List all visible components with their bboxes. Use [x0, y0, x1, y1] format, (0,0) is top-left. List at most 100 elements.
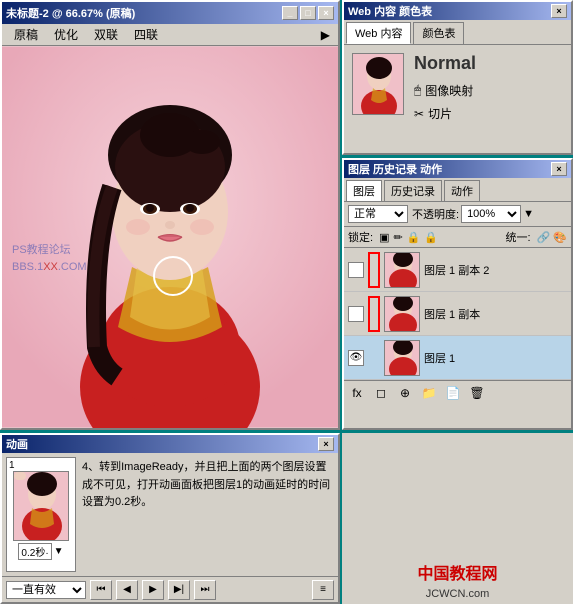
anim-frame-1[interactable]: 1 0.2秒· ▼	[6, 457, 76, 572]
watermark-line1: PS教程论坛	[12, 242, 87, 259]
layers-bottom-icons: fx ◻ ⊕ 📁 📄 🗑	[344, 380, 571, 405]
layer-thumb-copy1	[384, 296, 420, 332]
anim-next-frame[interactable]: ▶|	[168, 580, 190, 600]
cursor-icon: 🖱	[414, 83, 421, 98]
anim-play-stop[interactable]: ▶	[142, 580, 164, 600]
layer-red-box-copy1	[368, 296, 380, 332]
frame-time-value[interactable]: 0.2秒·	[18, 543, 51, 560]
anim-loop-select[interactable]: 一直有效	[6, 581, 86, 599]
watermark: PS教程论坛 BBS.1XX.COM	[12, 242, 87, 275]
layer-name-copy2: 图层 1 副本 2	[424, 262, 567, 278]
new-layer-icon[interactable]: 📄	[444, 384, 462, 402]
lock-paint-icon[interactable]: ✏	[393, 231, 402, 244]
web-content-titlebar: Web 内容 颜色表 ×	[344, 2, 571, 20]
layer-thumb-1	[384, 340, 420, 376]
option-image-map[interactable]: 🖱 图像映射	[414, 82, 476, 99]
anim-skip-start[interactable]: ⏮	[90, 580, 112, 600]
layer-eye-copy2[interactable]	[348, 262, 364, 278]
lock-label: 锁定:	[348, 229, 373, 245]
maximize-button[interactable]: □	[300, 6, 316, 20]
opacity-select[interactable]: 100%	[461, 205, 521, 223]
lock-all-icon[interactable]: 🔒	[424, 231, 438, 244]
opacity-label: 不透明度:	[412, 206, 459, 222]
anim-title-buttons: ×	[318, 437, 334, 451]
image-map-label: 图像映射	[425, 82, 473, 99]
layers-panel-title-text: 图层 历史记录 动作	[348, 161, 442, 177]
lock-icons: ▣ ✏ 🔒 🔒	[379, 231, 438, 244]
add-effect-icon[interactable]: fx	[348, 384, 366, 402]
minimize-button[interactable]: _	[282, 6, 298, 20]
layer-eye-copy1[interactable]	[348, 306, 364, 322]
tab-original[interactable]: 原稿	[6, 24, 46, 45]
watermark-red: XX	[43, 261, 58, 273]
layer-row-copy2[interactable]: 图层 1 副本 2	[344, 248, 571, 292]
layers-panel: 图层 历史记录 动作 × 图层 历史记录 动作 正常 不透明度: 100% ▼ …	[342, 158, 573, 430]
main-image-window: 未标题-2 @ 66.67% (原稿) _ □ × 原稿 优化 双联 四联 ▶	[0, 0, 340, 430]
menu-arrow-icon: ▶	[321, 28, 334, 42]
layers-mode-select[interactable]: 正常	[348, 205, 408, 223]
anim-bottom-controls: 一直有效 ⏮ ◀ ▶ ▶| ⏭ ≡	[2, 576, 338, 602]
layers-panel-titlebar: 图层 历史记录 动作 ×	[344, 160, 571, 178]
layers-panel-close[interactable]: ×	[551, 162, 567, 176]
brand-url: JCWCN.com	[426, 588, 490, 600]
normal-label: Normal	[414, 53, 476, 74]
slice-label: 切片	[428, 105, 452, 122]
web-content-panel: Web 内容 颜色表 × Web 内容 颜色表 Normal 🖱 图像映射	[342, 0, 573, 155]
lock-move-icon[interactable]: 🔒	[407, 231, 421, 244]
delete-layer-icon[interactable]: 🗑	[468, 384, 486, 402]
anim-options[interactable]: ≡	[312, 580, 334, 600]
add-adj-icon[interactable]: ⊕	[396, 384, 414, 402]
option-slice[interactable]: ✂ 切片	[414, 105, 476, 122]
layers-list: 图层 1 副本 2 图层 1 副本 👁	[344, 248, 571, 380]
image-canvas: PS教程论坛 BBS.1XX.COM	[2, 46, 338, 428]
image-thumbnail	[352, 53, 404, 115]
tab-web-content[interactable]: Web 内容	[346, 22, 411, 44]
anim-description: 4、转到ImageReady，并且把上面的两个图层设置成不可见，打开动画面板把图…	[80, 457, 334, 572]
layers-tabs: 图层 历史记录 动作	[344, 178, 571, 202]
lock-transparent-icon[interactable]: ▣	[379, 231, 389, 244]
anim-titlebar: 动画 ×	[2, 435, 338, 453]
watermark-line2: BBS.1XX.COM	[12, 259, 87, 276]
animation-panel: 动画 × 1 0.2秒· ▼ 4、转到ImageReady，	[0, 433, 340, 604]
circle-overlay	[153, 256, 193, 296]
tab-optimize[interactable]: 优化	[46, 24, 86, 45]
layer-row-copy1[interactable]: 图层 1 副本	[344, 292, 571, 336]
layer-thumb-svg-1	[385, 341, 420, 376]
layer-thumb-svg-copy1	[385, 297, 420, 332]
anim-skip-end[interactable]: ⏭	[194, 580, 216, 600]
layer-red-box-copy2	[368, 252, 380, 288]
lock-row: 锁定: ▣ ✏ 🔒 🔒 统一: 🔗 🎨	[344, 227, 571, 248]
bottom-right-brand-panel: 中国教程网 JCWCN.com	[342, 433, 573, 604]
frame-time-dropdown[interactable]: ▼	[54, 546, 64, 557]
anim-close-button[interactable]: ×	[318, 437, 334, 451]
fill-icons: 🔗 🎨	[537, 231, 567, 244]
main-titlebar: 未标题-2 @ 66.67% (原稿) _ □ ×	[2, 2, 338, 24]
layer-name-copy1: 图层 1 副本	[424, 306, 567, 322]
anim-title: 动画	[6, 436, 28, 452]
panel-options: 🖱 图像映射 ✂ 切片	[414, 82, 476, 122]
layer-thumb-svg-copy2	[385, 253, 420, 288]
web-content-tabs: Web 内容 颜色表	[344, 20, 571, 45]
tab-actions[interactable]: 动作	[444, 180, 480, 201]
tab-color-table[interactable]: 颜色表	[413, 22, 464, 44]
anim-prev-frame[interactable]: ◀	[116, 580, 138, 600]
add-mask-icon[interactable]: ◻	[372, 384, 390, 402]
opacity-row: 不透明度: 100% ▼	[412, 205, 534, 223]
anim-content: 1 0.2秒· ▼ 4、转到ImageReady，并且把上面的两个图层设置成不可…	[2, 453, 338, 576]
close-button[interactable]: ×	[318, 6, 334, 20]
right-top-info: Normal 🖱 图像映射 ✂ 切片	[414, 53, 476, 122]
tab-quad[interactable]: 四联	[126, 24, 166, 45]
layer-name-1: 图层 1	[424, 350, 567, 366]
layers-toolbar: 正常 不透明度: 100% ▼	[344, 202, 571, 227]
dropdown-icon: ▼	[523, 208, 534, 220]
tab-history[interactable]: 历史记录	[384, 180, 442, 201]
folder-icon[interactable]: 📁	[420, 384, 438, 402]
tab-double[interactable]: 双联	[86, 24, 126, 45]
tab-layers[interactable]: 图层	[346, 180, 382, 201]
web-content-close[interactable]: ×	[551, 4, 567, 18]
frame-thumb	[13, 471, 69, 541]
layer-eye-1[interactable]: 👁	[348, 350, 364, 366]
titlebar-buttons: _ □ ×	[282, 6, 334, 20]
layer-row-1[interactable]: 👁 图层 1	[344, 336, 571, 380]
frame-time: 0.2秒· ▼	[18, 543, 63, 560]
